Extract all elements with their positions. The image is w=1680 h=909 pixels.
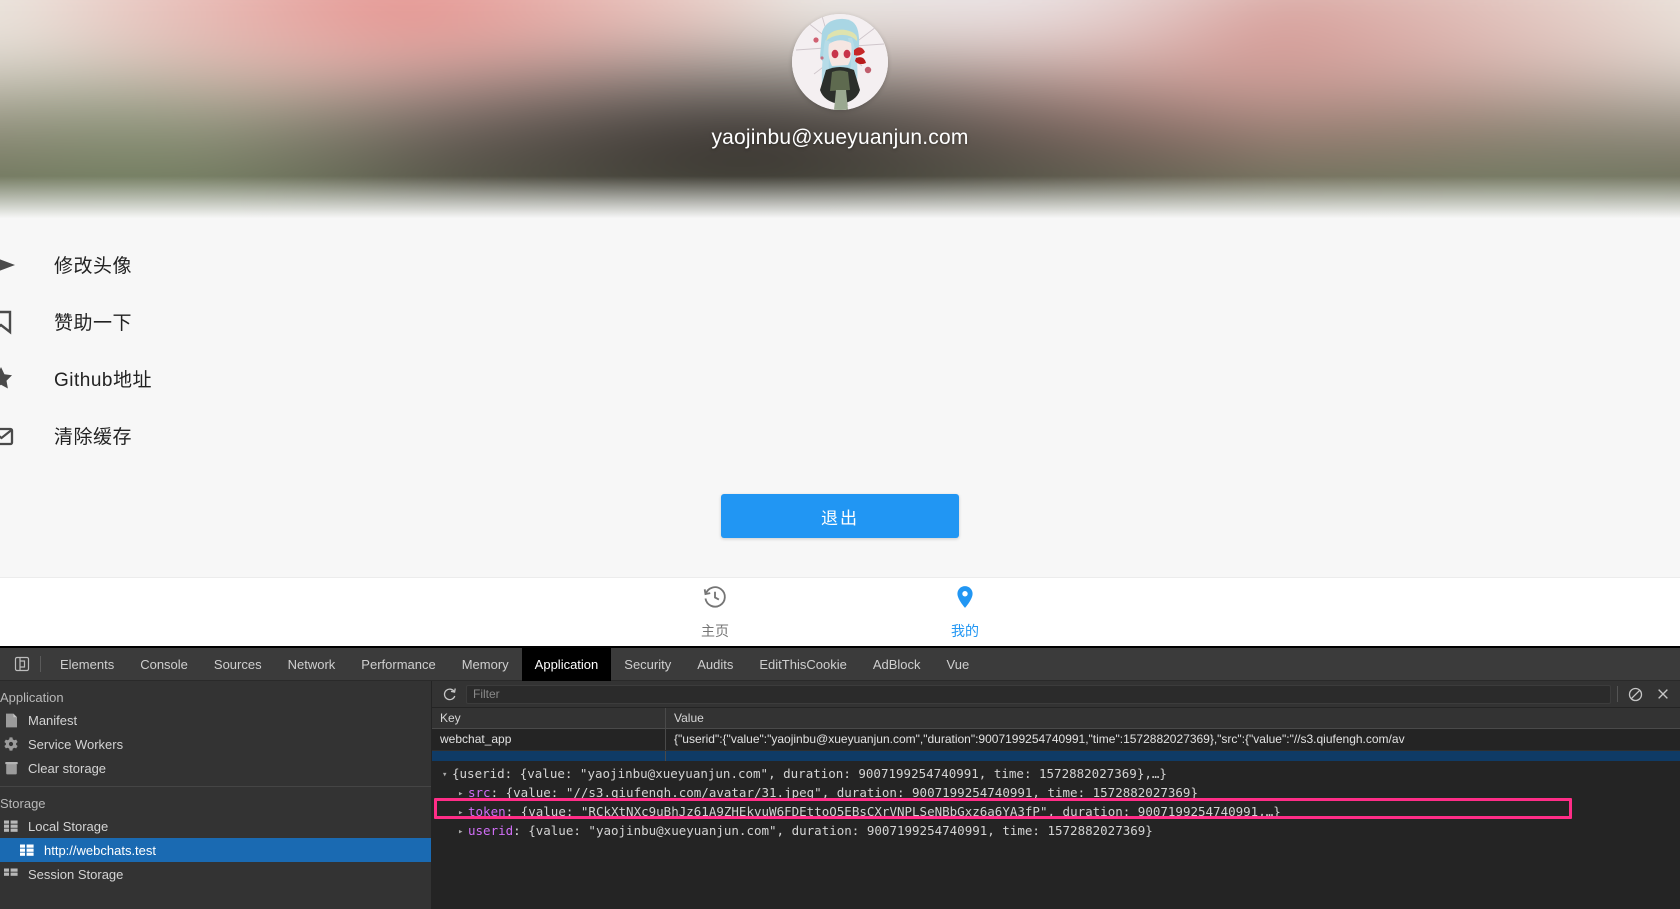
toolbar-divider <box>1617 686 1618 702</box>
preview-value-userid: : {value: "yaojinbu@xueyuanjun.com", dur… <box>513 823 1153 838</box>
sidebar-item-label: Manifest <box>28 712 78 728</box>
bookmark-icon <box>0 307 18 337</box>
sidebar-item-webchats-test[interactable]: http://webchats.test <box>0 838 431 862</box>
logout-section: 退出 <box>0 464 1680 538</box>
tab-mine[interactable]: 我的 <box>915 584 1015 641</box>
tab-sources[interactable]: Sources <box>201 648 275 681</box>
sidebar-item-session-storage[interactable]: Session Storage <box>0 862 431 886</box>
tab-console[interactable]: Console <box>127 648 201 681</box>
preview-key-userid: userid <box>468 823 514 838</box>
storage-toolbar <box>432 681 1680 708</box>
sidebar-item-manifest[interactable]: Manifest <box>0 708 431 732</box>
preview-key-src: src <box>468 785 491 800</box>
history-icon <box>702 584 728 615</box>
menu-item-label: 修改头像 <box>54 256 133 277</box>
chevron-right-icon[interactable]: ▸ <box>458 823 468 842</box>
value-preview-pane: ▾ {userid: {value: "yaojinbu@xueyuanjun.c… <box>432 761 1680 909</box>
trash-icon <box>0 760 22 776</box>
menu-item-clear-cache[interactable]: 清除缓存 <box>0 407 1680 464</box>
hero-fade-overlay <box>0 176 1680 222</box>
menu-item-github[interactable]: Github地址 <box>0 350 1680 407</box>
sidebar-item-label: Local Storage <box>28 818 109 834</box>
tab-editthiscookie[interactable]: EditThisCookie <box>746 648 859 681</box>
preview-value-token: : {value: "RCkXtNXc9uBhJz61A9ZHEkvuW6FDE… <box>505 804 1281 819</box>
no-entry-icon[interactable] <box>1624 684 1646 704</box>
devtools-tab-bar: Elements Console Sources Network Perform… <box>0 648 1680 681</box>
avatar[interactable] <box>792 14 888 110</box>
menu-item-label: 赞助一下 <box>54 313 133 334</box>
sidebar-section-application: Application <box>0 690 64 705</box>
sidebar-item-local-storage[interactable]: Local Storage <box>0 814 431 838</box>
logout-button[interactable]: 退出 <box>721 494 959 538</box>
table-icon <box>16 842 38 858</box>
local-storage-table: Key Value webchat_app {"userid":{"value"… <box>432 708 1680 761</box>
manifest-file-icon <box>0 712 22 728</box>
tab-performance[interactable]: Performance <box>348 648 448 681</box>
sidebar-item-label: Session Storage <box>28 866 124 882</box>
cell-key-empty <box>432 751 666 761</box>
tab-memory[interactable]: Memory <box>449 648 522 681</box>
storage-main-pane: Key Value webchat_app {"userid":{"value"… <box>432 681 1680 909</box>
tab-audits[interactable]: Audits <box>684 648 746 681</box>
devtools-panel: Elements Console Sources Network Perform… <box>0 646 1680 909</box>
avatar-image <box>792 14 888 110</box>
preview-row-userid[interactable]: ▸ userid: {value: "yaojinbu@xueyuanjun.co… <box>432 821 1680 840</box>
close-x-icon[interactable] <box>1652 684 1674 704</box>
preview-row-src[interactable]: ▸ src: {value: "//s3.qiufengh.com/avatar/… <box>432 783 1680 802</box>
inspect-element-icon[interactable] <box>6 651 38 677</box>
preview-root-text: {userid: {value: "yaojinbu@xueyuanjun.co… <box>452 766 1167 781</box>
sidebar-item-label: Clear storage <box>28 760 107 776</box>
profile-menu-list: 修改头像 赞助一下 Github地址 清除缓存 <box>0 222 1680 464</box>
star-icon <box>0 364 18 394</box>
table-row[interactable]: webchat_app {"userid":{"value":"yaojinbu… <box>432 729 1680 751</box>
column-header-key[interactable]: Key <box>432 708 666 728</box>
menu-item-label: 清除缓存 <box>54 427 133 448</box>
tab-mine-label: 我的 <box>951 622 979 639</box>
chevron-down-icon[interactable]: ▾ <box>442 766 452 785</box>
preview-key-token: token <box>468 804 506 819</box>
sidebar-item-service-workers[interactable]: Service Workers <box>0 732 431 756</box>
cell-key: webchat_app <box>432 729 666 750</box>
refresh-icon[interactable] <box>438 684 460 704</box>
location-pin-icon <box>952 584 978 615</box>
table-row-empty[interactable] <box>432 751 1680 761</box>
menu-item-change-avatar[interactable]: 修改头像 <box>0 236 1680 293</box>
menu-item-label: Github地址 <box>54 370 152 391</box>
envelope-icon <box>0 421 18 451</box>
sidebar-section-storage: Storage <box>0 796 46 811</box>
profile-email: yaojinbu@xueyuanjun.com <box>711 126 969 149</box>
table-header-row: Key Value <box>432 708 1680 729</box>
tab-network[interactable]: Network <box>275 648 349 681</box>
cell-value-empty <box>666 751 1680 761</box>
tab-vue[interactable]: Vue <box>934 648 983 681</box>
tab-home-label: 主页 <box>701 622 729 639</box>
send-arrow-icon <box>0 250 18 280</box>
sidebar-divider <box>0 786 431 787</box>
preview-value-src: : {value: "//s3.qiufengh.com/avatar/31.j… <box>490 785 1198 800</box>
mobile-app-viewport: yaojinbu@xueyuanjun.com 修改头像 赞助一下 Github… <box>0 0 1680 646</box>
devtools-body: Application Manifest Service Workers Cle… <box>0 681 1680 909</box>
table-icon <box>0 866 22 882</box>
tab-home[interactable]: 主页 <box>665 584 765 641</box>
tab-elements[interactable]: Elements <box>47 648 127 681</box>
tab-adblock[interactable]: AdBlock <box>860 648 934 681</box>
table-icon <box>0 818 22 834</box>
sidebar-item-clear-storage[interactable]: Clear storage <box>0 756 431 780</box>
application-sidebar: Application Manifest Service Workers Cle… <box>0 681 432 909</box>
sidebar-item-label: Service Workers <box>28 736 124 752</box>
menu-item-sponsor[interactable]: 赞助一下 <box>0 293 1680 350</box>
column-header-value[interactable]: Value <box>666 708 1680 728</box>
tab-security[interactable]: Security <box>611 648 684 681</box>
preview-row-token[interactable]: ▸ token: {value: "RCkXtNXc9uBhJz61A9ZHEkv… <box>432 802 1680 821</box>
profile-hero-banner: yaojinbu@xueyuanjun.com <box>0 0 1680 222</box>
filter-input[interactable] <box>466 684 1611 704</box>
preview-row-root[interactable]: ▾ {userid: {value: "yaojinbu@xueyuanjun.c… <box>432 764 1680 783</box>
sidebar-item-label: http://webchats.test <box>44 842 157 858</box>
toolbar-divider <box>40 656 41 672</box>
gear-icon <box>0 736 22 752</box>
bottom-tab-bar: 主页 我的 <box>0 577 1680 646</box>
cell-value: {"userid":{"value":"yaojinbu@xueyuanjun.… <box>674 732 1405 746</box>
tab-application[interactable]: Application <box>521 648 612 681</box>
